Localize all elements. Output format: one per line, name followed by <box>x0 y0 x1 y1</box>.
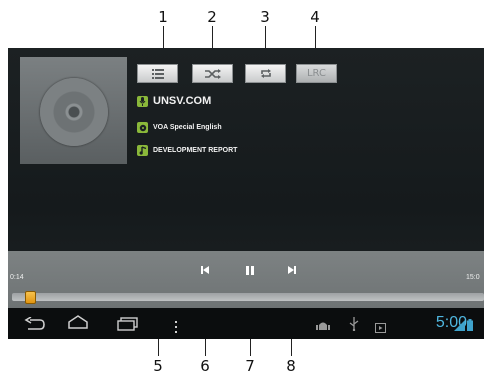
playlist-button[interactable] <box>137 64 178 83</box>
callout-7: 7 <box>245 357 255 375</box>
title-row: DEVELOPMENT REPORT <box>137 145 237 156</box>
pause-button[interactable] <box>243 265 257 279</box>
track-title: DEVELOPMENT REPORT <box>153 147 238 154</box>
album-row: VOA Special English <box>137 122 222 133</box>
shuffle-button[interactable] <box>192 64 233 83</box>
skip-next-icon <box>288 266 296 274</box>
debug-android-icon <box>316 317 330 336</box>
back-icon <box>24 316 45 330</box>
callout-8: 8 <box>286 357 296 375</box>
back-button[interactable] <box>24 316 46 335</box>
album-art <box>20 57 127 164</box>
previous-button[interactable] <box>198 265 212 279</box>
artist-name: UNSV.COM <box>153 95 212 107</box>
seek-thumb[interactable] <box>25 291 36 304</box>
repeat-icon <box>260 69 271 78</box>
media-playing-icon <box>375 318 386 337</box>
battery-icon <box>467 316 473 335</box>
callout-1: 1 <box>158 8 168 26</box>
artist-row: UNSV.COM <box>137 95 211 107</box>
lyrics-button[interactable]: LRC <box>296 64 337 83</box>
album-name: VOA Special English <box>153 124 222 131</box>
menu-button[interactable] <box>174 318 178 337</box>
callout-6: 6 <box>200 357 210 375</box>
recent-apps-button[interactable] <box>117 316 139 335</box>
overflow-menu-icon <box>175 321 177 333</box>
repeat-button[interactable] <box>245 64 286 83</box>
seek-bar[interactable] <box>12 291 484 304</box>
skip-previous-icon <box>201 266 209 274</box>
elapsed-time: 0:14 <box>10 274 24 281</box>
callout-2: 2 <box>207 8 217 26</box>
home-icon <box>68 315 88 329</box>
disc-icon <box>40 78 108 146</box>
callout-4: 4 <box>310 8 320 26</box>
music-player-screen: LRC UNSV.COM VOA Special English DEVELOP… <box>8 48 484 339</box>
callout-3: 3 <box>260 8 270 26</box>
total-duration: 15:0 <box>466 274 480 281</box>
microphone-icon <box>137 95 148 107</box>
callout-5: 5 <box>153 357 163 375</box>
list-icon <box>151 68 164 79</box>
usb-icon <box>349 316 359 335</box>
system-navigation-bar: 5:00 <box>8 308 484 339</box>
home-button[interactable] <box>67 315 89 334</box>
pause-icon <box>246 266 254 275</box>
music-note-icon <box>137 145 148 156</box>
shuffle-icon <box>204 68 221 79</box>
lyrics-label: LRC <box>306 68 326 79</box>
signal-icon <box>454 316 465 335</box>
disc-small-icon <box>137 122 148 133</box>
recent-apps-icon <box>117 317 138 331</box>
next-button[interactable] <box>285 265 299 279</box>
